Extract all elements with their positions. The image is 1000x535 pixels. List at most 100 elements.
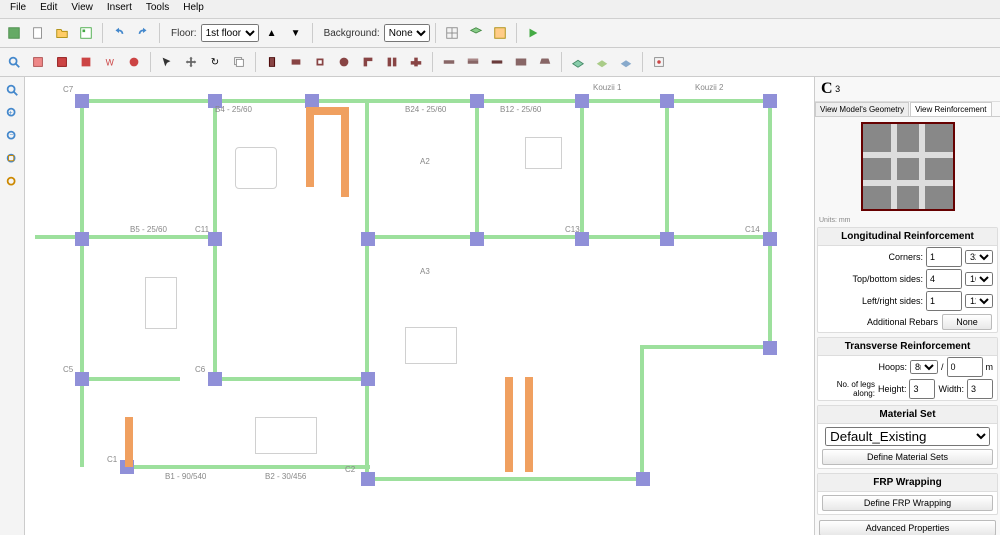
svg-text:W: W [106, 58, 115, 68]
save-icon[interactable] [3, 22, 25, 44]
undo-icon[interactable] [108, 22, 130, 44]
menu-bar: File Edit View Insert Tools Help [0, 0, 1000, 19]
col-label: C13 [565, 225, 580, 234]
floor-down-icon[interactable]: ▼ [285, 22, 307, 44]
beam-label: B24 - 25/60 [405, 105, 446, 114]
floor-label: Floor: [171, 28, 197, 39]
grid-icon[interactable] [441, 22, 463, 44]
beam-tool-icon[interactable] [462, 51, 484, 73]
topbot-dia[interactable]: 16mm [965, 272, 993, 286]
redo-icon[interactable] [132, 22, 154, 44]
props-icon[interactable] [489, 22, 511, 44]
beam-tool-icon[interactable] [510, 51, 532, 73]
col-label: C5 [63, 365, 73, 374]
tab-reinforcement[interactable]: View Reinforcement [910, 102, 991, 116]
cross-section-preview [861, 122, 955, 211]
menu-tools[interactable]: Tools [140, 1, 175, 17]
col-tool-icon[interactable] [261, 51, 283, 73]
tab-geometry[interactable]: View Model's Geometry [815, 102, 909, 116]
col-label: C1 [107, 455, 117, 464]
layers-icon[interactable] [465, 22, 487, 44]
define-frp-button[interactable]: Define FRP Wrapping [822, 495, 993, 511]
tool-icon[interactable] [123, 51, 145, 73]
toolbar-2: W ↻ [0, 48, 1000, 77]
section-longitudinal: Longitudinal Reinforcement [818, 228, 997, 246]
beam-label: B4 - 25/60 [215, 105, 252, 114]
beam-label: B1 - 90/540 [165, 472, 206, 481]
move-icon[interactable] [180, 51, 202, 73]
col-tool-icon[interactable] [357, 51, 379, 73]
new-icon[interactable] [27, 22, 49, 44]
section-transverse: Transverse Reinforcement [818, 338, 997, 356]
tool-icon[interactable] [75, 51, 97, 73]
material-select[interactable]: Default_Existing [825, 427, 990, 446]
tool-icon[interactable] [51, 51, 73, 73]
slab-tool-icon[interactable] [567, 51, 589, 73]
hoops-dia[interactable]: 8mm [910, 360, 938, 374]
run-icon[interactable] [522, 22, 544, 44]
tool-icon[interactable] [27, 51, 49, 73]
legs-w[interactable] [967, 379, 993, 399]
topbot-input[interactable] [926, 269, 962, 289]
col-tool-icon[interactable] [405, 51, 427, 73]
svg-text:−: − [9, 132, 13, 139]
beam-tool-icon[interactable] [438, 51, 460, 73]
zoom-in-icon[interactable]: + [2, 103, 22, 123]
floor-select[interactable]: 1st floor [201, 24, 259, 42]
col-tool-icon[interactable] [309, 51, 331, 73]
room-label: A2 [420, 157, 430, 166]
legs-h[interactable] [909, 379, 935, 399]
load-tool-icon[interactable] [648, 51, 670, 73]
beam-tool-icon[interactable] [486, 51, 508, 73]
zoom-window-icon[interactable] [2, 149, 22, 169]
zoom-extents-icon[interactable] [2, 80, 22, 100]
col-label: C6 [195, 365, 205, 374]
drawing-canvas[interactable]: C7 B4 - 25/60 B24 - 25/60 B12 - 25/60 Ko… [25, 77, 814, 535]
corners-input[interactable] [926, 247, 962, 267]
pan-icon[interactable] [2, 172, 22, 192]
col-tool-icon[interactable] [333, 51, 355, 73]
define-materials-button[interactable]: Define Material Sets [822, 449, 993, 465]
background-select[interactable]: None [384, 24, 430, 42]
svg-text:+: + [9, 110, 13, 117]
col-tool-icon[interactable] [381, 51, 403, 73]
menu-insert[interactable]: Insert [101, 1, 138, 17]
toolbar-1: Floor: 1st floor ▲ ▼ Background: None [0, 19, 1000, 48]
hoops-spacing[interactable] [947, 357, 983, 377]
rotate-icon[interactable]: ↻ [204, 51, 226, 73]
open-icon[interactable] [51, 22, 73, 44]
menu-help[interactable]: Help [177, 1, 210, 17]
select-icon[interactable] [156, 51, 178, 73]
additional-rebars-button[interactable]: None [942, 314, 992, 330]
col-tool-icon[interactable] [285, 51, 307, 73]
zoom-out-icon[interactable]: − [2, 126, 22, 146]
left-toolbar: + − [0, 77, 25, 535]
floor-up-icon[interactable]: ▲ [261, 22, 283, 44]
room-label: A3 [420, 267, 430, 276]
section-frp: FRP Wrapping [818, 474, 997, 492]
beam-label: B12 - 25/60 [500, 105, 541, 114]
member-header: C 3 [815, 77, 1000, 102]
tool-icon[interactable]: W [99, 51, 121, 73]
room-label: Kouzii 1 [593, 83, 621, 92]
leftright-input[interactable] [926, 291, 962, 311]
room-label: Kouzii 2 [695, 83, 723, 92]
background-label: Background: [324, 28, 380, 39]
slab-tool-icon[interactable] [615, 51, 637, 73]
col-label: C11 [195, 225, 209, 234]
units-label: Units: mm [815, 216, 1000, 225]
beam-tool-icon[interactable] [534, 51, 556, 73]
corners-dia[interactable]: 32mm [965, 250, 993, 264]
section-material: Material Set [818, 406, 997, 424]
advanced-properties-button[interactable]: Advanced Properties [819, 520, 995, 535]
menu-view[interactable]: View [65, 1, 99, 17]
zoom-icon[interactable] [3, 51, 25, 73]
template-icon[interactable] [75, 22, 97, 44]
col-label: C2 [345, 465, 355, 474]
copy-icon[interactable] [228, 51, 250, 73]
leftright-dia[interactable]: 12mm [965, 294, 993, 308]
menu-edit[interactable]: Edit [34, 1, 63, 17]
menu-file[interactable]: File [4, 1, 32, 17]
slab-tool-icon[interactable] [591, 51, 613, 73]
col-label: C14 [745, 225, 760, 234]
